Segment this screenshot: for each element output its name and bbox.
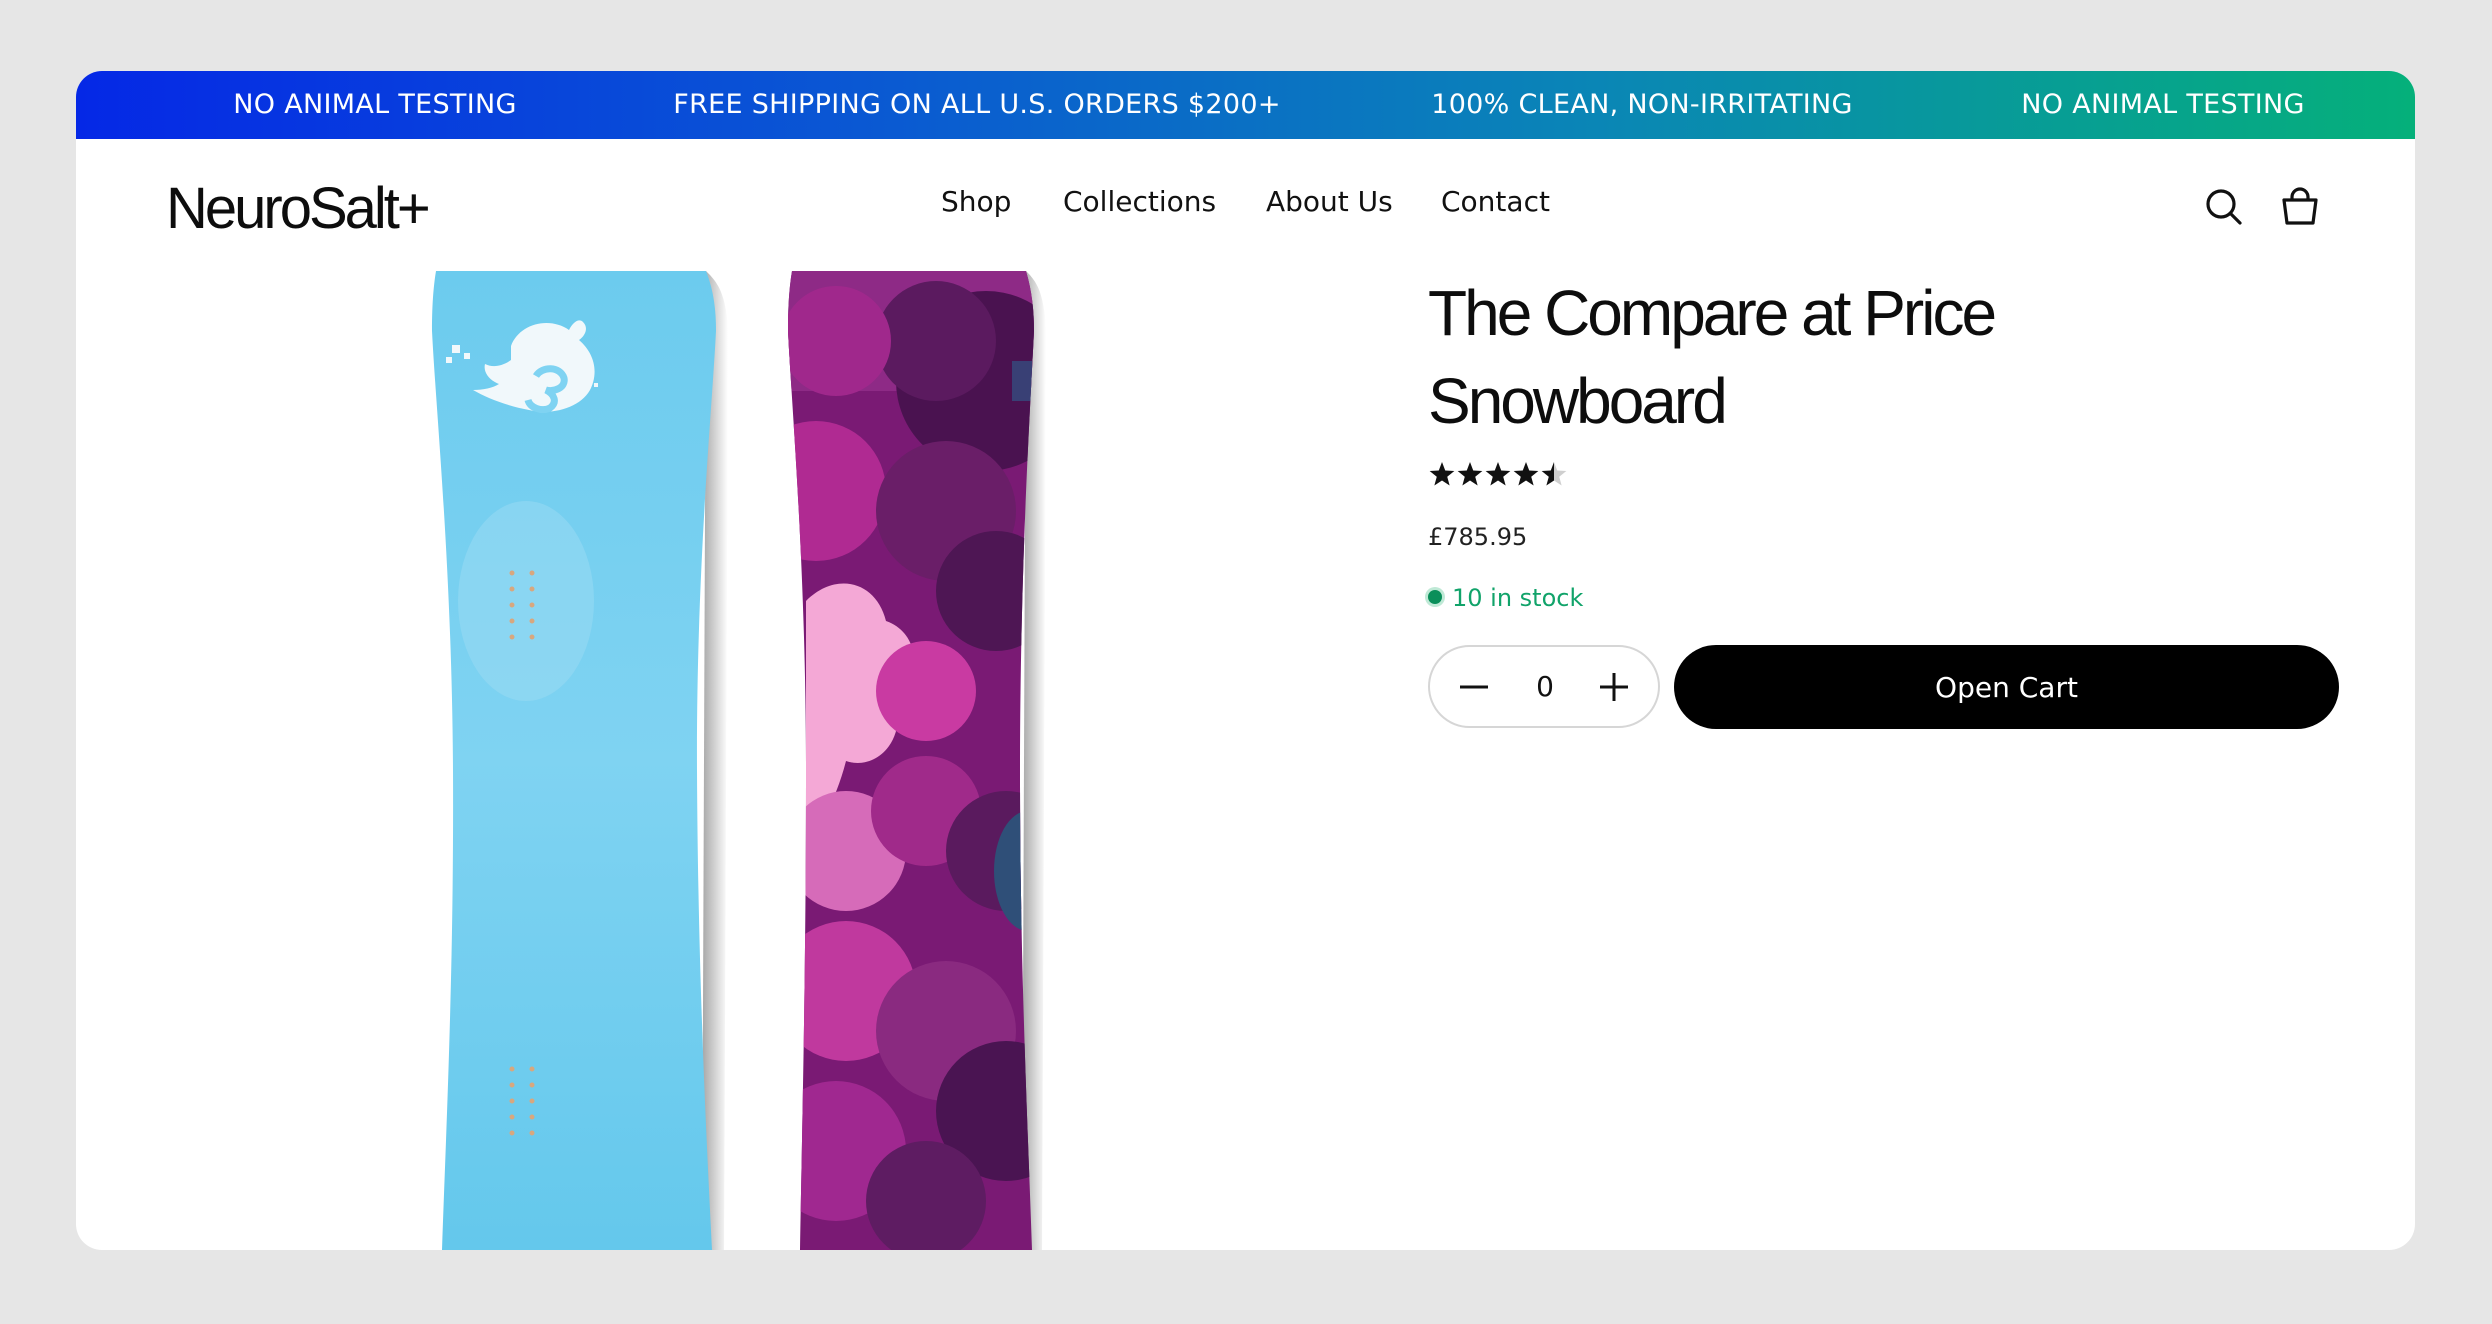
product-image-gallery <box>76 271 1256 1250</box>
announcement-bar: NO ANIMAL TESTING FREE SHIPPING ON ALL U… <box>76 71 2415 139</box>
quantity-input[interactable] <box>1500 647 1590 726</box>
site-header: NeuroSalt+ Shop Collections About Us Con… <box>76 139 2415 271</box>
site-logo[interactable]: NeuroSalt+ <box>166 175 431 242</box>
cart-bag-icon[interactable] <box>2276 183 2324 231</box>
star-icon <box>1429 462 1455 486</box>
star-icon <box>1541 462 1567 486</box>
nav-contact[interactable]: Contact <box>1441 185 1550 218</box>
minus-icon[interactable] <box>1454 667 1494 707</box>
nav-shop[interactable]: Shop <box>941 185 1011 218</box>
star-icon <box>1457 462 1483 486</box>
star-icon-group <box>1429 462 1567 486</box>
star-icon <box>1513 462 1539 486</box>
search-icon[interactable] <box>2200 183 2248 231</box>
plus-icon[interactable] <box>1594 667 1634 707</box>
announcement-item: FREE SHIPPING ON ALL U.S. ORDERS $200+ <box>673 89 1281 120</box>
open-cart-button[interactable]: Open Cart <box>1674 645 2339 729</box>
quantity-stepper <box>1428 645 1660 728</box>
product-title: The Compare at Price Snowboard <box>1428 277 1997 437</box>
rating-stars <box>1428 459 1588 489</box>
nav-about-us[interactable]: About Us <box>1266 185 1393 218</box>
announcement-item: NO ANIMAL TESTING <box>233 89 517 120</box>
star-icon <box>1485 462 1511 486</box>
announcement-item: 100% CLEAN, NON-IRRITATING <box>1431 89 1853 120</box>
product-image-blue-board <box>432 271 728 1250</box>
announcement-item: NO ANIMAL TESTING <box>2021 89 2305 120</box>
product-image-purple-board <box>788 271 1046 1250</box>
nav-collections[interactable]: Collections <box>1063 185 1216 218</box>
